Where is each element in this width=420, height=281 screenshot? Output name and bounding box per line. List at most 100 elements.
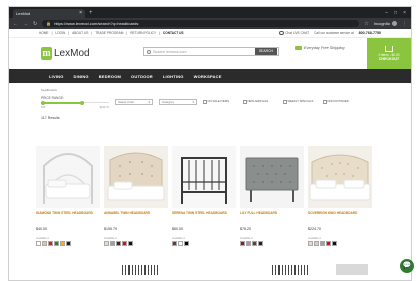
weekly-specials-checkbox[interactable]: WEEKLY SPECIALS xyxy=(283,99,317,104)
product-image[interactable] xyxy=(172,146,236,208)
product-name[interactable]: SERENA TWIN STEEL HEADBOARD xyxy=(172,211,236,221)
live-chat-link[interactable]: Chat LIVE CHAT xyxy=(279,31,309,36)
color-swatch[interactable] xyxy=(252,241,257,246)
color-swatch[interactable] xyxy=(128,241,133,246)
color-swatch[interactable] xyxy=(246,241,251,246)
window-close-icon[interactable]: × xyxy=(403,8,406,18)
color-swatch[interactable] xyxy=(332,241,337,246)
availability-label: Available in xyxy=(308,237,322,240)
on-sale-checkbox[interactable]: ON SALE ITEMS xyxy=(203,99,237,104)
color-swatch[interactable] xyxy=(258,241,263,246)
product-card[interactable]: DIAMOND TWIN STEEL HEADBOARD $40.00 Avai… xyxy=(36,146,100,246)
discontinued-checkbox[interactable]: DISCONTINUED xyxy=(323,99,357,104)
category-select[interactable]: Category ▾ xyxy=(159,99,197,105)
color-select[interactable]: Select Color ▾ xyxy=(115,99,153,105)
checkbox-box[interactable] xyxy=(203,100,207,104)
product-card[interactable]: SERENA TWIN STEEL HEADBOARD $60.00 Avail… xyxy=(172,146,236,246)
color-swatch[interactable] xyxy=(308,241,313,246)
maximize-icon[interactable]: □ xyxy=(394,8,397,18)
nav-workspace[interactable]: WORKSPACE xyxy=(194,74,222,79)
top-link-about[interactable]: ABOUT US xyxy=(72,31,88,35)
product-name[interactable]: ANNABEL TWIN HEADBOARD xyxy=(104,211,168,221)
product-image[interactable] xyxy=(104,146,168,208)
price-max-handle[interactable] xyxy=(79,100,84,105)
color-swatch[interactable] xyxy=(122,241,127,246)
color-swatch[interactable] xyxy=(320,241,325,246)
price-min-handle[interactable] xyxy=(41,100,45,105)
chat-widget-button[interactable]: 💬 xyxy=(400,259,414,273)
product-card[interactable]: SOVEREIGN KING HEADBOARD $224.70 Availab… xyxy=(308,146,372,246)
top-link-contact[interactable]: CONTACT US xyxy=(163,31,184,35)
chevron-down-icon: ▾ xyxy=(148,100,150,104)
breadcrumb[interactable]: headboards xyxy=(9,83,411,94)
product-card[interactable]: ANNABEL TWIN HEADBOARD $155.79 Available… xyxy=(104,146,168,246)
nav-outdoor[interactable]: OUTDOOR xyxy=(131,74,153,79)
nav-bedroom[interactable]: BEDROOM xyxy=(99,74,121,79)
new-tab-icon[interactable]: + xyxy=(89,9,93,18)
color-swatch[interactable] xyxy=(66,241,71,246)
tab-close-icon[interactable]: × xyxy=(79,11,82,16)
incognito-indicator[interactable]: Incognito xyxy=(374,21,397,26)
price-range-label: PRICE RANGE: xyxy=(41,95,64,100)
color-swatch[interactable] xyxy=(36,241,41,246)
color-swatch[interactable] xyxy=(42,241,47,246)
color-swatch[interactable] xyxy=(60,241,65,246)
product-name[interactable]: DIAMOND TWIN STEEL HEADBOARD xyxy=(36,211,100,221)
back-icon[interactable]: ← xyxy=(13,21,18,27)
color-swatch[interactable] xyxy=(116,241,121,246)
forward-icon[interactable]: → xyxy=(23,21,28,27)
color-swatches xyxy=(104,241,168,246)
search-input[interactable]: Search lexmod.com xyxy=(153,50,253,54)
top-link-login[interactable]: LOGIN xyxy=(55,31,65,35)
minimize-icon[interactable]: – xyxy=(385,8,388,18)
phone-number[interactable]: 800-768-7750 xyxy=(359,31,381,35)
address-bar: ← → ↻ 🔒 https://www.lexmod.com/search?q=… xyxy=(9,18,411,29)
product-name[interactable]: SOVEREIGN KING HEADBOARD xyxy=(308,211,372,221)
reload-icon[interactable]: ↻ xyxy=(33,21,37,27)
color-swatch[interactable] xyxy=(172,241,177,246)
color-swatch[interactable] xyxy=(314,241,319,246)
price-slider[interactable] xyxy=(41,100,109,105)
filter-bar: PRICE RANGE: $40 $224.70 Select Color ▾ … xyxy=(9,94,411,110)
product-name[interactable]: LILY FULL HEADBOARD xyxy=(240,211,304,221)
checkbox-box[interactable] xyxy=(323,100,327,104)
color-swatches xyxy=(36,241,100,246)
product-card[interactable]: LILY FULL HEADBOARD $76.20 Available in xyxy=(240,146,304,246)
nav-dining[interactable]: DINING xyxy=(74,74,89,79)
top-link-returns[interactable]: RETURN POLICY xyxy=(130,31,156,35)
menu-icon[interactable]: ⋮ xyxy=(402,21,407,27)
product-image[interactable] xyxy=(308,146,372,208)
availability-label: Available in xyxy=(36,237,50,240)
color-swatch[interactable] xyxy=(54,241,59,246)
new-arrivals-checkbox[interactable]: NEW ARRIVALS xyxy=(243,99,277,104)
color-swatch[interactable] xyxy=(48,241,53,246)
product-image[interactable] xyxy=(36,146,100,208)
nav-lighting[interactable]: LIGHTING xyxy=(163,74,184,79)
browser-tab[interactable]: LexMod × xyxy=(13,9,85,18)
site-logo[interactable]: m LexMod xyxy=(41,47,90,60)
product-image-partial[interactable] xyxy=(122,264,159,275)
checkbox-box[interactable] xyxy=(243,100,247,104)
color-swatch[interactable] xyxy=(178,241,183,246)
top-link-trade[interactable]: TRADE PROGRAM xyxy=(95,31,123,35)
product-image-partial[interactable] xyxy=(272,264,309,275)
color-swatch[interactable] xyxy=(110,241,115,246)
incognito-label: Incognito xyxy=(373,21,390,26)
product-image[interactable] xyxy=(240,146,304,208)
product-price: $40.00 xyxy=(36,227,47,231)
color-swatch[interactable] xyxy=(326,241,331,246)
checkbox-box[interactable] xyxy=(283,100,287,104)
checkout-button[interactable]: 0 items - $0.00 CHECKOUT xyxy=(367,38,411,69)
color-swatch[interactable] xyxy=(184,241,189,246)
product-image-partial[interactable] xyxy=(336,264,368,275)
price-min: $40 xyxy=(41,105,46,109)
top-link-home[interactable]: HOME xyxy=(39,31,49,35)
star-icon[interactable]: ☆ xyxy=(364,21,368,27)
url-field[interactable]: 🔒 https://www.lexmod.com/search?q=headbo… xyxy=(42,20,360,27)
logo-text: LexMod xyxy=(54,48,90,59)
nav-living[interactable]: LIVING xyxy=(49,74,64,79)
search-button[interactable]: SEARCH xyxy=(254,48,277,55)
color-swatch[interactable] xyxy=(104,241,109,246)
color-swatch[interactable] xyxy=(240,241,245,246)
main-nav: LIVING DINING BEDROOM OUTDOOR LIGHTING W… xyxy=(9,69,411,83)
